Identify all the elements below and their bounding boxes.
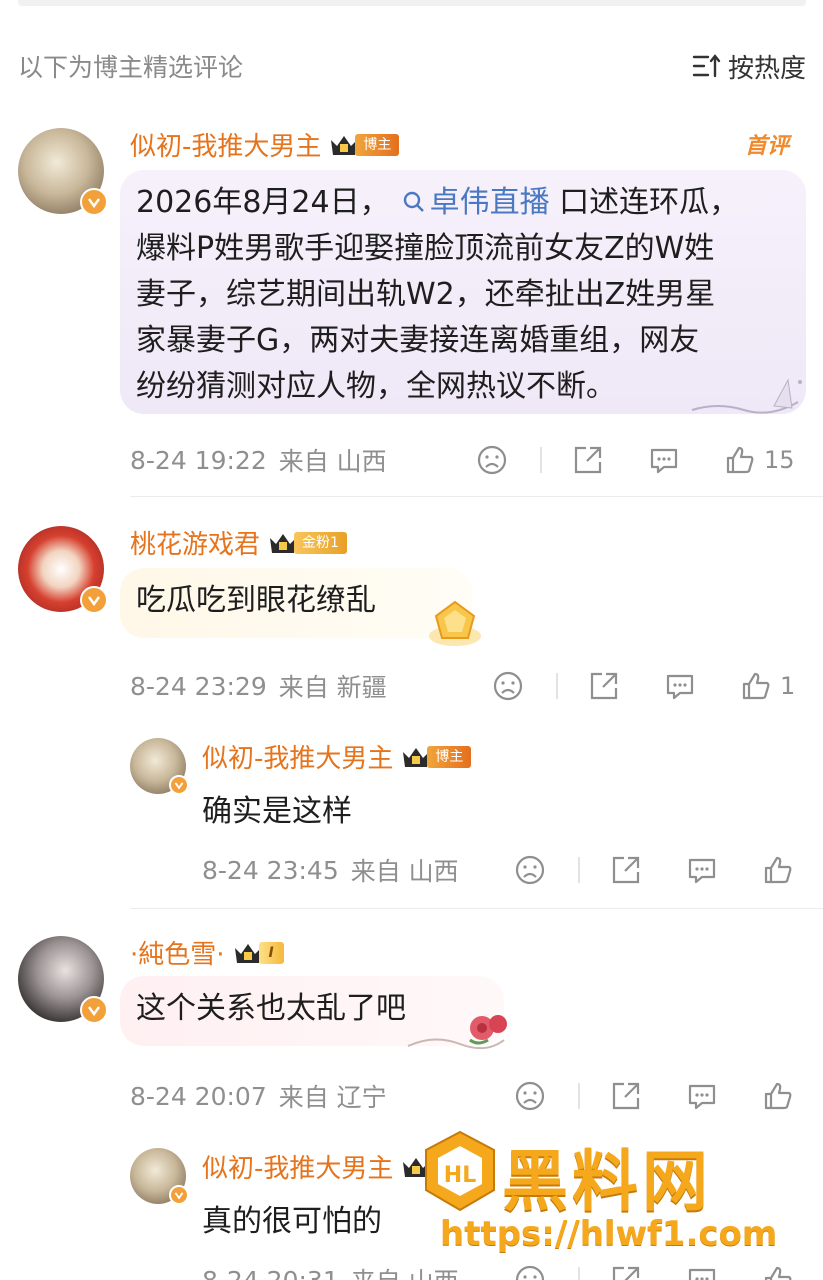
- svg-text:HL: HL: [444, 1163, 476, 1188]
- verified-icon: [80, 586, 108, 614]
- reply-button[interactable]: [686, 854, 718, 886]
- username[interactable]: 桃花游戏君: [130, 524, 260, 561]
- hashtag-link[interactable]: 卓伟直播: [390, 185, 550, 220]
- comment-author-row: ·純色雪· I: [130, 934, 284, 971]
- level-badge: I: [233, 940, 284, 966]
- sort-by-hot-button[interactable]: 按热度: [692, 48, 806, 85]
- action-divider: [540, 447, 542, 473]
- comment-meta: 8-24 23:29 来自 新疆: [130, 671, 387, 703]
- action-divider: [578, 857, 580, 883]
- avatar[interactable]: [130, 1148, 189, 1205]
- like-button[interactable]: 15: [724, 444, 795, 476]
- comment-divider: [130, 908, 823, 909]
- comment-author-row: 桃花游戏君 金粉1: [130, 524, 347, 561]
- comments-section-header: 以下为博主精选评论 按热度: [18, 46, 806, 86]
- search-icon: [403, 191, 424, 212]
- comment-text-line: 家暴妻子G，两对夫妻接连离婚重组，网友: [136, 323, 700, 358]
- comment-icon: [688, 858, 716, 884]
- like-button[interactable]: 1: [740, 670, 795, 702]
- comment-text: 真的很可怕的: [202, 1204, 382, 1239]
- comment-actions: 15: [476, 442, 795, 478]
- share-icon: [612, 1082, 640, 1110]
- frown-face-icon: [515, 1081, 545, 1111]
- comment-text-line: 爆料P姓男歌手迎娶撞脸顶流前女友Z的W姓: [136, 231, 715, 266]
- dislike-button[interactable]: [476, 444, 508, 476]
- comment-actions: 1: [492, 668, 795, 704]
- reply-button[interactable]: [648, 444, 680, 476]
- action-divider: [556, 673, 558, 699]
- share-icon: [612, 856, 640, 884]
- watermark: HL 黑料网 https://hlwf1.com: [420, 1128, 820, 1280]
- reply-button[interactable]: [686, 1080, 718, 1112]
- share-icon: [590, 672, 618, 700]
- username[interactable]: 似初-我推大男主: [130, 126, 321, 163]
- verified-icon: [80, 188, 108, 216]
- share-icon: [574, 446, 602, 474]
- frown-face-icon: [477, 445, 507, 475]
- like-count: 15: [764, 446, 795, 474]
- share-button[interactable]: [610, 854, 642, 886]
- thumbs-up-icon: [764, 1082, 792, 1110]
- action-divider: [578, 1083, 580, 1109]
- watermark-url: https://hlwf1.com: [440, 1214, 778, 1254]
- avatar[interactable]: [130, 738, 189, 795]
- fan-badge: 金粉1: [268, 530, 347, 556]
- watermark-title: 黑料网: [502, 1143, 712, 1220]
- thumbs-up-icon: [726, 446, 754, 474]
- share-button[interactable]: [610, 1080, 642, 1112]
- comment-icon: [688, 1084, 716, 1110]
- comment-bubble: 2026年8月24日， 卓伟直播 口述连环瓜， 爆料P姓男歌手迎娶撞脸顶流前女友Z…: [120, 170, 806, 414]
- comment-icon: [650, 448, 678, 474]
- share-button[interactable]: [572, 444, 604, 476]
- comment-meta: 8-24 20:07 来自 辽宁: [130, 1081, 387, 1113]
- comment-actions: [514, 852, 802, 888]
- username[interactable]: ·純色雪·: [130, 934, 225, 971]
- comment-actions: [514, 1078, 802, 1114]
- comment-icon: [666, 674, 694, 700]
- gem-sticker-icon: [429, 600, 481, 646]
- like-button[interactable]: [762, 1080, 802, 1112]
- comment-text-line: 2026年8月24日， 卓伟直播 口述连环瓜，: [136, 185, 740, 220]
- avatar[interactable]: [18, 128, 108, 216]
- comment-text: 吃瓜吃到眼花缭乱: [136, 583, 376, 618]
- like-button[interactable]: [762, 854, 802, 886]
- section-title: 以下为博主精选评论: [18, 53, 244, 82]
- verified-icon: [169, 1185, 189, 1205]
- thumbs-up-icon: [742, 672, 770, 700]
- verified-icon: [80, 996, 108, 1024]
- comment-text: 确实是这样: [202, 794, 352, 829]
- frown-face-icon: [515, 855, 545, 885]
- frown-face-icon: [493, 671, 523, 701]
- sort-label: 按热度: [727, 53, 806, 84]
- dislike-button[interactable]: [514, 854, 546, 886]
- thumbs-up-icon: [764, 856, 792, 884]
- comment-author-row: 似初-我推大男主 博主: [130, 126, 400, 163]
- comment-divider: [130, 496, 823, 497]
- dislike-button[interactable]: [514, 1080, 546, 1112]
- reply-button[interactable]: [664, 670, 696, 702]
- rose-sticker-icon: [407, 1015, 507, 1050]
- verified-icon: [169, 775, 189, 795]
- bubble-decoration-icon: [691, 378, 802, 414]
- comment-meta: 8-24 19:22 来自 山西: [130, 445, 387, 477]
- comment-author-row: 似初-我推大男主 博主: [202, 738, 472, 775]
- comment-text: 这个关系也太乱了吧: [136, 991, 406, 1026]
- watermark-logo-icon: HL: [425, 1130, 495, 1212]
- comment-text-line: 妻子，综艺期间出轨W2，还牵扯出Z姓男星: [136, 277, 716, 312]
- comment-bubble: 吃瓜吃到眼花缭乱: [120, 568, 472, 638]
- blogger-badge: 博主: [401, 744, 472, 770]
- username[interactable]: 似初-我推大男主: [202, 1148, 393, 1185]
- blogger-badge: 博主: [329, 132, 400, 158]
- avatar[interactable]: [18, 526, 108, 614]
- avatar[interactable]: [18, 936, 108, 1024]
- top-divider-strip: [18, 0, 806, 6]
- dislike-button[interactable]: [492, 670, 524, 702]
- share-button[interactable]: [588, 670, 620, 702]
- username[interactable]: 似初-我推大男主: [202, 738, 393, 775]
- like-count: 1: [780, 672, 796, 700]
- sort-icon: [692, 53, 722, 79]
- comment-meta: 8-24 23:45 来自 山西: [202, 855, 459, 887]
- first-comment-tag: 首评: [744, 134, 789, 159]
